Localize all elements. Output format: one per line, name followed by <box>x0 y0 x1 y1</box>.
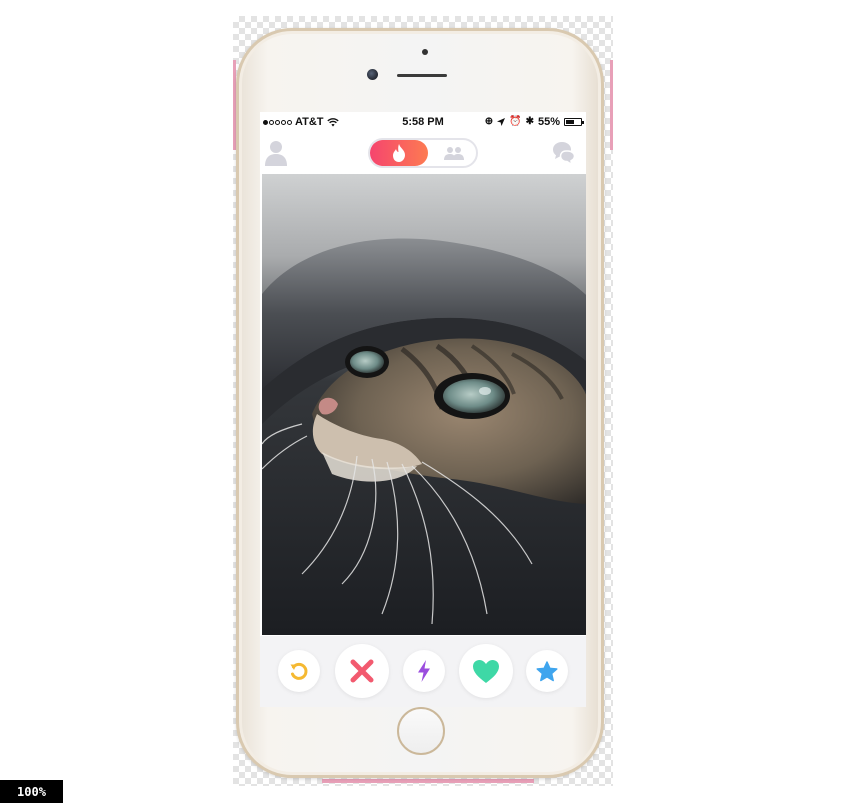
location-icon <box>497 118 506 126</box>
proximity-sensor <box>422 49 428 55</box>
battery-icon <box>564 118 584 126</box>
cat-photo <box>262 174 586 635</box>
nope-button[interactable] <box>335 644 389 698</box>
heart-icon <box>473 659 499 683</box>
star-icon <box>536 660 558 681</box>
mode-toggle[interactable] <box>368 138 478 168</box>
phone-frame: AT&T 5:58 PM ⊕ ⏰ ✱ 55% <box>236 28 604 778</box>
status-right: ⊕ ⏰ ✱ 55% <box>484 116 584 128</box>
boost-button[interactable] <box>403 650 445 692</box>
battery-fill <box>566 120 574 124</box>
status-bar: AT&T 5:58 PM ⊕ ⏰ ✱ 55% <box>260 112 586 132</box>
lightning-icon <box>418 660 430 682</box>
home-button[interactable] <box>397 707 445 755</box>
front-camera <box>367 69 378 80</box>
super-like-button[interactable] <box>526 650 568 692</box>
profile-icon[interactable] <box>264 140 288 166</box>
group-icon <box>444 147 464 160</box>
top-nav <box>260 136 586 170</box>
pink-edge-right <box>610 60 613 150</box>
tab-group[interactable] <box>432 143 476 163</box>
like-button[interactable] <box>459 644 513 698</box>
profile-card[interactable] <box>262 174 586 635</box>
rewind-icon <box>290 662 308 680</box>
alarm-icon: ⏰ <box>509 116 522 127</box>
bluetooth-icon: ✱ <box>525 116 534 127</box>
zoom-level: 100% <box>0 780 63 803</box>
orientation-lock-icon: ⊕ <box>484 116 494 127</box>
battery-percent: 55% <box>537 116 560 128</box>
flame-icon <box>393 144 405 162</box>
chat-bubbles-icon[interactable] <box>552 140 578 166</box>
rewind-button[interactable] <box>278 650 320 692</box>
earpiece-speaker <box>397 74 447 77</box>
pink-edge-bottom <box>322 779 534 783</box>
close-icon <box>350 659 374 683</box>
action-bar <box>260 636 586 707</box>
tab-swipe[interactable] <box>370 140 428 166</box>
phone-screen: AT&T 5:58 PM ⊕ ⏰ ✱ 55% <box>260 112 586 707</box>
